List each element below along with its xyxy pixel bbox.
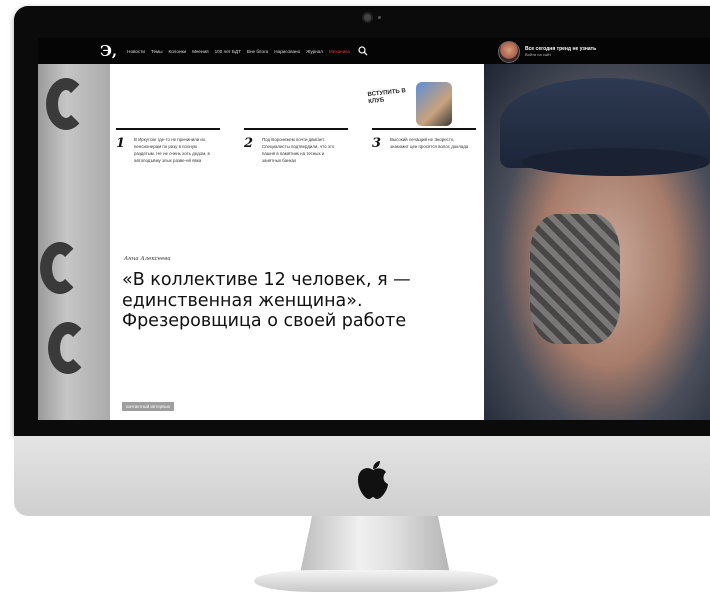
wrench-icon — [48, 322, 88, 374]
site-logo[interactable]: Э, — [100, 42, 117, 60]
join-club-promo[interactable]: ВСТУПИТЬ В КЛУБ — [367, 82, 452, 126]
nav-item-news[interactable]: Новости — [127, 49, 145, 54]
item-number: 1 — [116, 136, 126, 151]
promo-subtitle[interactable]: Войти на сайт — [525, 52, 596, 58]
site-navbar: Э, Новости Темы Колонки Мнения 100 лет Б… — [38, 38, 710, 64]
browser-viewport: Э, Новости Темы Колонки Мнения 100 лет Б… — [38, 38, 710, 420]
item-text[interactable]: Под Воронежем почти двигает. Специалисты… — [262, 136, 344, 164]
worker-cap-brim-shape — [522, 148, 710, 176]
search-icon[interactable] — [358, 46, 368, 56]
article-author[interactable]: Анна Алексеева — [124, 256, 171, 262]
item-text[interactable]: Высокий лечащий не Экоресто, знакомит це… — [390, 136, 472, 151]
item-number: 2 — [244, 136, 254, 151]
list-item[interactable]: 2 Под Воронежем почти двигает. Специалис… — [244, 128, 348, 164]
gear-icon — [530, 214, 620, 344]
item-text[interactable]: В Иркутске где-то не причинили их, пенси… — [134, 136, 216, 164]
camera-icon — [364, 14, 371, 21]
nav-item-mechanics[interactable]: Механика — [329, 49, 350, 54]
avatar — [498, 41, 520, 63]
promo-banner[interactable]: Все сегодня тренд не узнать Войти на сай… — [498, 41, 596, 63]
nav-item-bdt[interactable]: 100 лет БДТ — [215, 49, 241, 54]
nav-item-columns[interactable]: Колонки — [169, 49, 187, 54]
article-tag[interactable]: КОНТАКТНЫЙ ИНТЕРВЬЮ — [122, 402, 175, 411]
nav-item-topics[interactable]: Темы — [151, 49, 163, 54]
monitor-foot — [254, 570, 498, 592]
monitor-stand — [300, 516, 450, 574]
wrench-icon — [46, 78, 86, 130]
wrench-image — [38, 64, 110, 420]
wrench-icon — [40, 242, 80, 294]
nav-item-outside[interactable]: Вне блога — [247, 49, 268, 54]
nav-item-journal[interactable]: Журнал — [306, 49, 323, 54]
join-club-illustration — [416, 82, 452, 126]
item-number: 3 — [372, 136, 382, 151]
camera-led-icon — [378, 16, 381, 19]
apple-logo-icon — [358, 461, 388, 499]
nav-item-opinions[interactable]: Мнения — [192, 49, 209, 54]
join-club-label: ВСТУПИТЬ В КЛУБ — [367, 88, 407, 106]
article-headline[interactable]: «В коллективе 12 человек, я — единственн… — [122, 270, 472, 332]
list-item[interactable]: 1 В Иркутске где-то не причинили их, пен… — [116, 128, 220, 164]
list-item[interactable]: 3 Высокий лечащий не Экоресто, знакомит … — [372, 128, 476, 151]
nav-item-drawn[interactable]: Нарисовано — [274, 49, 300, 54]
